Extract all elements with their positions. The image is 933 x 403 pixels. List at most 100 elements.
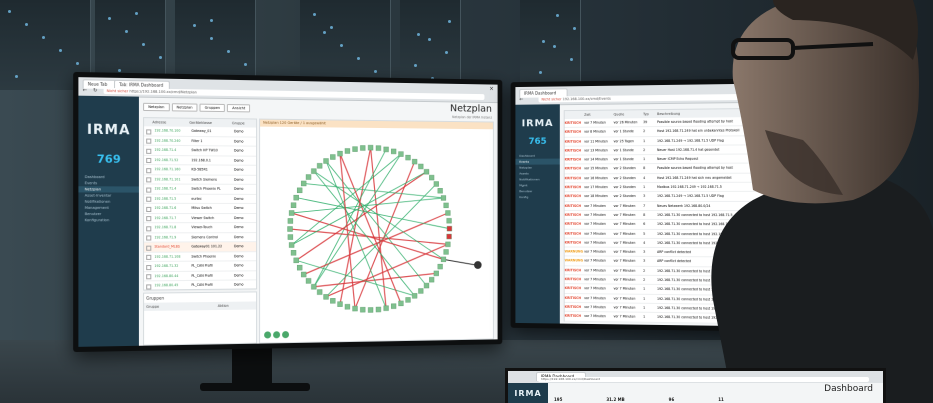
graph-node[interactable] bbox=[412, 293, 417, 298]
zoom-out-icon[interactable] bbox=[273, 331, 280, 338]
graph-node[interactable] bbox=[376, 146, 381, 151]
graph-node[interactable] bbox=[353, 147, 358, 152]
fit-view-icon[interactable] bbox=[282, 331, 289, 338]
graph-node[interactable] bbox=[406, 297, 411, 302]
graph-node[interactable] bbox=[288, 235, 293, 240]
graph-node[interactable] bbox=[338, 302, 343, 307]
graph-node[interactable] bbox=[324, 159, 329, 164]
row-checkbox[interactable] bbox=[146, 274, 151, 279]
graph-node[interactable] bbox=[291, 203, 296, 208]
table-row[interactable]: 192.168.71.101 Switch Siemens Demo bbox=[144, 175, 256, 185]
graph-node[interactable] bbox=[317, 163, 322, 168]
row-checkbox[interactable] bbox=[146, 139, 151, 144]
row-checkbox[interactable] bbox=[146, 216, 151, 221]
graph-node[interactable] bbox=[317, 290, 322, 295]
graph-node[interactable] bbox=[438, 188, 443, 193]
graph-node[interactable] bbox=[434, 182, 439, 187]
row-checkbox[interactable] bbox=[146, 197, 151, 202]
row-checkbox[interactable] bbox=[146, 255, 151, 260]
table-row[interactable]: 192.168.71.5 eurtec Demo bbox=[144, 194, 256, 204]
graph-node[interactable] bbox=[288, 218, 293, 223]
graph-node[interactable] bbox=[306, 278, 311, 283]
graph-node[interactable] bbox=[330, 298, 335, 303]
graph-node[interactable] bbox=[294, 195, 299, 200]
row-checkbox[interactable] bbox=[146, 265, 151, 270]
graph-node[interactable] bbox=[384, 147, 389, 152]
graph-node[interactable] bbox=[446, 211, 451, 216]
sidebar-item[interactable]: Konfig bbox=[515, 194, 559, 200]
back-icon[interactable]: ← bbox=[519, 97, 523, 103]
graph-node[interactable] bbox=[391, 304, 396, 309]
graph-node[interactable] bbox=[306, 175, 311, 180]
row-checkbox[interactable] bbox=[146, 206, 151, 211]
graph-node[interactable] bbox=[418, 164, 423, 169]
row-checkbox[interactable] bbox=[146, 168, 151, 173]
graph-node[interactable] bbox=[291, 250, 296, 255]
graph-node[interactable] bbox=[345, 304, 350, 309]
graph-node[interactable] bbox=[438, 264, 443, 269]
graph-node[interactable] bbox=[288, 227, 293, 232]
graph-node[interactable] bbox=[368, 145, 373, 150]
graph-node[interactable] bbox=[441, 195, 446, 200]
row-checkbox[interactable] bbox=[146, 129, 151, 134]
row-checkbox[interactable] bbox=[146, 235, 151, 240]
graph-node[interactable] bbox=[447, 218, 452, 223]
graph-node[interactable] bbox=[447, 226, 452, 231]
graph-node[interactable] bbox=[446, 242, 451, 247]
row-checkbox[interactable] bbox=[146, 226, 151, 231]
table-row[interactable]: 192.168.71.8 Viewer-Touch Demo bbox=[144, 223, 256, 233]
graph-node[interactable] bbox=[345, 148, 350, 153]
graph-node[interactable] bbox=[376, 307, 381, 312]
graph-node[interactable] bbox=[289, 211, 294, 216]
table-row[interactable]: 192.168.71.6 Mitsu Switch Demo bbox=[144, 204, 256, 214]
graph-node[interactable] bbox=[353, 306, 358, 311]
reload-icon[interactable]: ↻ bbox=[93, 88, 97, 94]
graph-node[interactable] bbox=[418, 289, 423, 294]
table-row[interactable]: 192.168.71.9 Siemens Control Demo bbox=[144, 233, 256, 243]
row-checkbox[interactable] bbox=[146, 177, 151, 182]
graph-node[interactable] bbox=[399, 301, 404, 306]
graph-node[interactable] bbox=[434, 271, 439, 276]
graph-node[interactable] bbox=[338, 151, 343, 156]
column-header[interactable]: Aktion bbox=[218, 302, 229, 310]
graph-node[interactable] bbox=[311, 169, 316, 174]
column-header[interactable]: Typ bbox=[643, 110, 657, 118]
graph-node[interactable] bbox=[368, 307, 373, 312]
graph-node[interactable] bbox=[412, 159, 417, 164]
graph-node[interactable] bbox=[360, 146, 365, 151]
zoom-in-icon[interactable] bbox=[264, 331, 271, 338]
toolbar-button[interactable]: Ansicht bbox=[227, 104, 250, 112]
graph-node[interactable] bbox=[444, 203, 449, 208]
graph-node[interactable] bbox=[301, 272, 306, 277]
graph-node[interactable] bbox=[444, 249, 449, 254]
row-checkbox[interactable] bbox=[146, 284, 151, 289]
graph-node[interactable] bbox=[447, 234, 452, 239]
toolbar-button[interactable]: Netzplan bbox=[171, 103, 197, 111]
graph-node[interactable] bbox=[429, 175, 434, 180]
row-checkbox[interactable] bbox=[146, 148, 151, 153]
close-icon[interactable]: × bbox=[489, 85, 494, 92]
graph-node[interactable] bbox=[424, 283, 429, 288]
row-checkbox[interactable] bbox=[146, 245, 151, 250]
graph-node[interactable] bbox=[294, 258, 299, 263]
table-row[interactable]: 192.168.71.7 Viewer Switch Demo bbox=[144, 214, 256, 224]
graph-node[interactable] bbox=[406, 155, 411, 160]
graph-node[interactable] bbox=[391, 149, 396, 154]
graph-node[interactable] bbox=[429, 277, 434, 282]
graph-node[interactable] bbox=[360, 307, 365, 312]
row-checkbox[interactable] bbox=[146, 158, 151, 163]
back-icon[interactable]: ← bbox=[83, 88, 87, 94]
sidebar-item[interactable]: Konfiguration bbox=[78, 217, 139, 223]
graph-node[interactable] bbox=[324, 294, 329, 299]
column-header[interactable]: Gruppe bbox=[232, 119, 245, 127]
toolbar-button[interactable]: Gruppen bbox=[200, 104, 226, 112]
graph-node[interactable] bbox=[384, 306, 389, 311]
graph-node[interactable] bbox=[297, 188, 302, 193]
graph-node[interactable] bbox=[441, 257, 446, 262]
graph-hub-node[interactable] bbox=[474, 261, 482, 269]
row-checkbox[interactable] bbox=[146, 187, 151, 192]
table-row[interactable]: Standard_MLBS Gateway01 101.22 Demo bbox=[144, 242, 256, 252]
graph-node[interactable] bbox=[424, 169, 429, 174]
table-row[interactable]: 192.168.71.4 Switch Phoenix PL Demo bbox=[144, 184, 256, 194]
table-row[interactable]: 192.168.71.160 KD-5B5R1 Demo bbox=[144, 165, 256, 175]
